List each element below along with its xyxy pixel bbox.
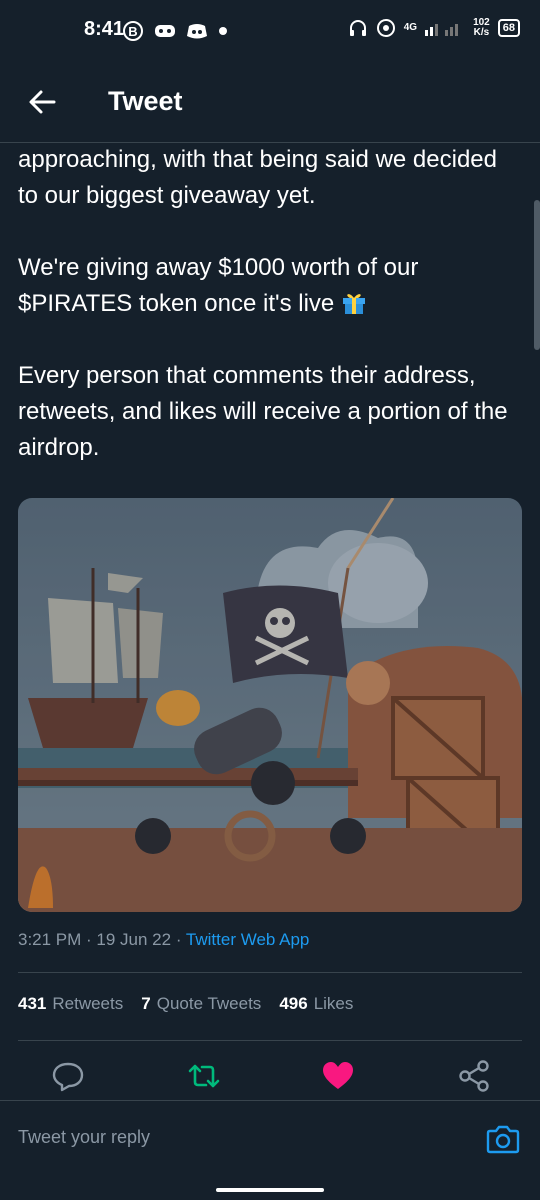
signal-icon [425,24,459,36]
quote-tweets-stat[interactable]: 7 Quote Tweets [141,994,261,1014]
share-icon[interactable] [456,1058,492,1094]
hotspot-icon [376,19,395,37]
tweet-meta: 3:21 PM · 19 Jun 22 · Twitter Web App [18,930,310,949]
tweet-paragraph: Every person that comments their address… [18,362,508,461]
battery-level: 68 [497,19,520,37]
divider [18,1040,522,1041]
tweet-source-link[interactable]: Twitter Web App [186,930,309,949]
reply-icon[interactable] [50,1058,86,1094]
divider [18,972,522,973]
scrollbar[interactable] [534,200,540,350]
tweet-paragraph: approaching, with that being said we dec… [18,146,497,209]
status-time: 8:41 [84,18,125,40]
tweet-time: 3:21 PM [18,930,82,949]
retweet-icon[interactable] [186,1058,222,1094]
network-speed: 102 K/s [473,17,490,38]
pirate-ship-illustration [18,498,522,912]
headphones-icon [349,20,366,36]
network-type: 4G [403,22,418,33]
tweet-paragraph: We're giving away $1000 worth of our $PI… [18,254,419,317]
back-arrow-icon[interactable] [24,84,60,120]
tweet-stats: 431 Retweets 7 Quote Tweets 496 Likes [18,994,353,1014]
tweet-text: approaching, with that being said we dec… [18,142,523,502]
reply-input[interactable] [18,1127,458,1148]
gift-emoji-icon [342,294,365,314]
like-heart-icon[interactable] [320,1058,356,1094]
camera-icon[interactable] [486,1123,520,1155]
page-title: Tweet [108,86,183,116]
notification-dot-icon [219,27,227,35]
discord-icon [187,24,207,39]
svg-text:B: B [128,24,137,39]
retweets-stat[interactable]: 431 Retweets [18,994,123,1014]
likes-stat[interactable]: 496 Likes [279,994,353,1014]
status-bar: 8:41 B 4G 102 K/s 68 [0,0,540,62]
top-app-bar: Tweet [0,62,540,143]
b-circle-icon: B [123,21,143,41]
tweet-media-image[interactable] [18,498,522,912]
tweet-date: 19 Jun 22 [96,930,172,949]
reply-bar [0,1100,540,1177]
home-indicator[interactable] [216,1188,324,1192]
tweet-actions [0,1058,540,1094]
game-controller-icon [155,25,175,37]
